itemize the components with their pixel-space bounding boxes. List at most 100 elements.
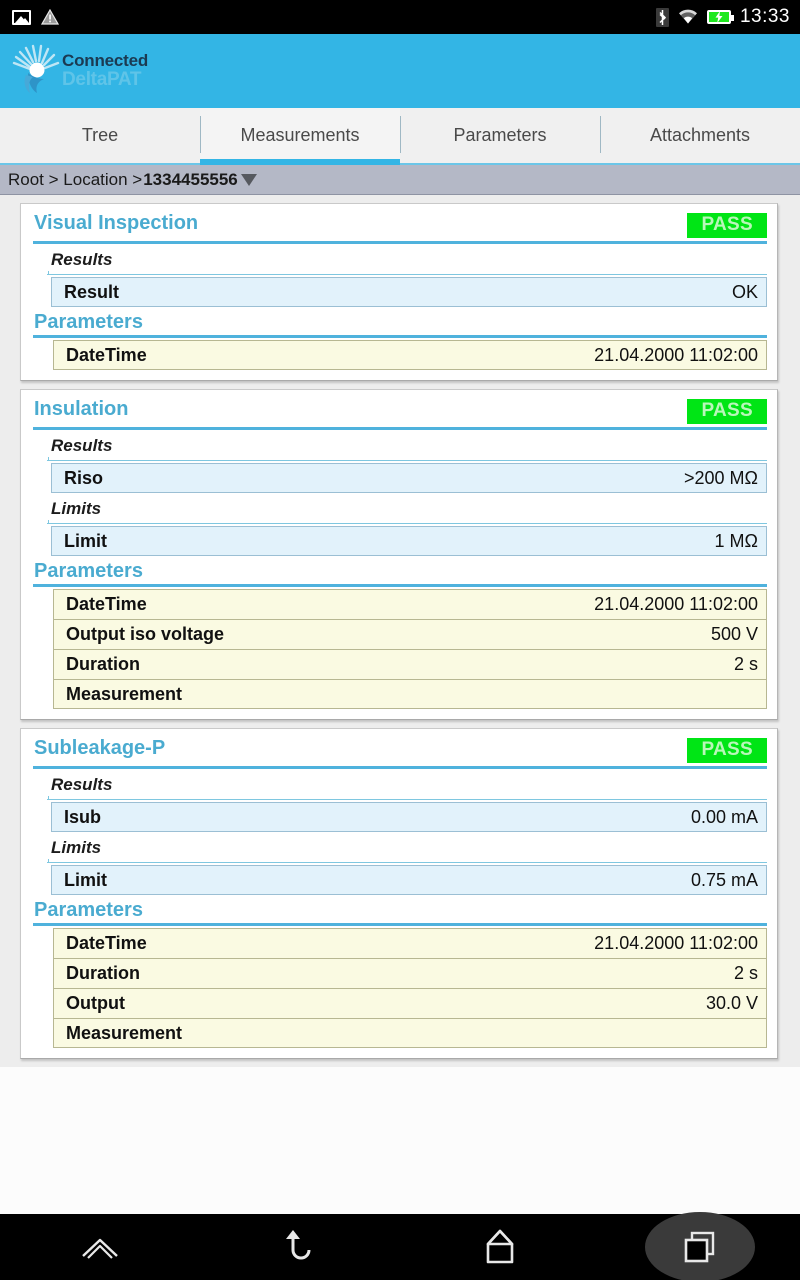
table-row[interactable]: Measurement <box>53 679 767 709</box>
row-key: Measurement <box>66 683 183 704</box>
table-row[interactable]: DateTime 21.04.2000 11:02:00 <box>53 589 767 619</box>
row-value: 0.75 mA <box>690 869 758 890</box>
table-row[interactable]: Riso >200 MΩ <box>51 463 767 493</box>
status-bar-right-icons: 13:33 <box>655 6 790 28</box>
result-rows: Result OK <box>51 277 767 307</box>
table-row[interactable]: Duration 2 s <box>53 958 767 988</box>
card-header: Visual Inspection PASS <box>33 212 767 238</box>
table-row[interactable]: Limit 1 MΩ <box>51 526 767 556</box>
app-screen: 13:33 Connected DeltaPAT Tree Measuremen… <box>0 0 800 1280</box>
app-bar: Connected DeltaPAT <box>0 34 800 108</box>
result-rows: Isub 0.00 mA <box>51 802 767 832</box>
battery-charging-icon <box>706 10 734 24</box>
table-row[interactable]: Output iso voltage 500 V <box>53 619 767 649</box>
card-title: Insulation <box>34 398 129 420</box>
row-value: 21.04.2000 11:02:00 <box>594 933 758 953</box>
card-title: Subleakage-P <box>34 737 166 759</box>
tab-measurements[interactable]: Measurements <box>200 108 400 165</box>
table-row[interactable]: DateTime 21.04.2000 11:02:00 <box>53 928 767 958</box>
status-badge: PASS <box>687 213 767 238</box>
row-value: 2 s <box>733 963 758 983</box>
card-title: Visual Inspection <box>34 212 199 234</box>
wifi-icon <box>678 9 698 25</box>
table-row[interactable]: Isub 0.00 mA <box>51 802 767 832</box>
row-key: DateTime <box>66 344 147 365</box>
status-bar-left-icons <box>12 8 60 25</box>
parameters-divider <box>33 335 767 338</box>
tab-tree[interactable]: Tree <box>0 108 200 163</box>
row-value: 1 MΩ <box>714 530 758 551</box>
back-button[interactable] <box>200 1214 400 1280</box>
status-bar: 13:33 <box>0 0 800 34</box>
breadcrumb-current: 1334455556 <box>143 169 238 189</box>
tab-attachments[interactable]: Attachments <box>600 108 800 163</box>
row-value: 21.04.2000 11:02:00 <box>594 594 758 614</box>
row-key: Limit <box>64 530 107 551</box>
row-value: 30.0 V <box>705 993 758 1013</box>
parameter-rows: DateTime 21.04.2000 11:02:00 Duration 2 … <box>53 928 767 1048</box>
menu-caret-button[interactable] <box>0 1214 200 1280</box>
tab-attachments-label: Attachments <box>649 125 751 145</box>
measurement-card[interactable]: Visual Inspection PASS Results Result OK… <box>20 203 778 381</box>
table-row[interactable]: Result OK <box>51 277 767 307</box>
parameter-rows: DateTime 21.04.2000 11:02:00 <box>53 340 767 370</box>
tab-parameters-label: Parameters <box>453 125 547 145</box>
bluetooth-icon <box>655 7 669 27</box>
row-key: Output <box>66 993 125 1013</box>
row-value: 0.00 mA <box>690 806 758 827</box>
row-key: Measurement <box>66 1022 183 1043</box>
row-key: Result <box>64 281 120 302</box>
measurement-card[interactable]: Subleakage-P PASS Results Isub 0.00 mA L… <box>20 728 778 1059</box>
row-key: DateTime <box>66 933 147 953</box>
row-key: Duration <box>66 963 140 983</box>
row-key: Duration <box>66 654 140 674</box>
group-label: Results <box>51 436 113 455</box>
group-divider <box>47 796 767 800</box>
table-row[interactable]: Output 30.0 V <box>53 988 767 1018</box>
measurement-card[interactable]: Insulation PASS Results Riso >200 MΩ Lim… <box>20 389 778 720</box>
group-label: Results <box>51 250 113 269</box>
card-title-divider <box>33 766 767 769</box>
table-row[interactable]: Limit 0.75 mA <box>51 865 767 895</box>
parameters-label: Parameters <box>34 311 143 333</box>
home-icon <box>486 1229 514 1264</box>
tab-tree-label: Tree <box>81 125 119 145</box>
status-bar-clock: 13:33 <box>739 6 790 27</box>
table-row[interactable]: DateTime 21.04.2000 11:02:00 <box>53 340 767 370</box>
row-key: Limit <box>64 869 107 890</box>
parameters-divider <box>33 584 767 587</box>
breadcrumb[interactable]: Root > Location > 1334455556 <box>0 165 800 195</box>
limit-rows: Limit 0.75 mA <box>51 865 767 895</box>
measurements-scroll-area: Visual Inspection PASS Results Result OK… <box>0 195 800 1214</box>
group-divider <box>47 457 767 461</box>
status-badge: PASS <box>687 738 767 763</box>
app-title-primary: Connected <box>62 51 149 71</box>
app-title-secondary: DeltaPAT <box>62 68 142 90</box>
row-key: Output iso voltage <box>66 624 225 644</box>
card-title-divider <box>33 427 767 430</box>
limit-rows: Limit 1 MΩ <box>51 526 767 556</box>
measurements-list[interactable]: Visual Inspection PASS Results Result OK… <box>0 195 800 1214</box>
row-value: OK <box>731 281 758 302</box>
home-button[interactable] <box>400 1214 600 1280</box>
group-label: Limits <box>51 499 102 518</box>
table-row[interactable]: Measurement <box>53 1018 767 1048</box>
group-divider <box>47 520 767 524</box>
image-icon <box>12 9 31 25</box>
tab-measurements-label: Measurements <box>240 125 360 145</box>
result-rows: Riso >200 MΩ <box>51 463 767 493</box>
group-label: Results <box>51 775 113 794</box>
tab-bar: Tree Measurements Parameters Attachments <box>0 108 800 165</box>
breadcrumb-path: Root > Location > <box>8 169 143 189</box>
chevron-down-icon[interactable] <box>240 173 257 186</box>
row-key: DateTime <box>66 594 147 614</box>
card-header: Subleakage-P PASS <box>33 737 767 763</box>
table-row[interactable]: Duration 2 s <box>53 649 767 679</box>
app-logo-text: Connected DeltaPAT <box>62 51 149 90</box>
recent-apps-button[interactable] <box>600 1214 800 1280</box>
list-empty-area <box>0 1067 800 1214</box>
back-icon <box>286 1230 311 1260</box>
tab-parameters[interactable]: Parameters <box>400 108 600 163</box>
row-key: Isub <box>64 806 102 827</box>
sunburst-logo-icon <box>8 43 64 99</box>
